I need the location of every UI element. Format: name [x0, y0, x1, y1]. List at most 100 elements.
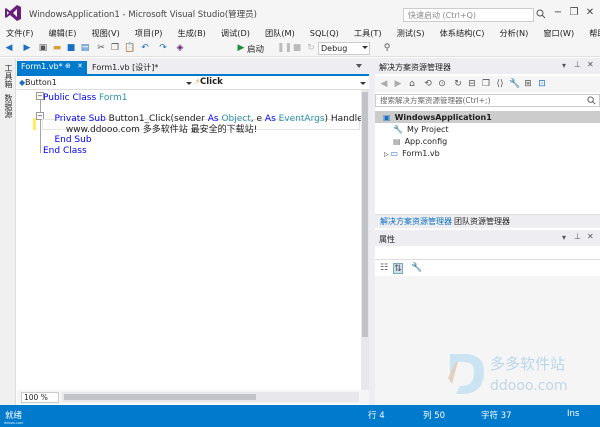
paste-icon[interactable]: 📋 [124, 43, 135, 54]
code-token: Form1 [99, 93, 128, 103]
open-file-icon[interactable]: ▬ [52, 43, 62, 54]
save-all-icon[interactable]: ▤ [80, 43, 90, 54]
home-icon[interactable]: ⌂ [407, 79, 417, 90]
navigate-icon[interactable]: ◈ [175, 43, 185, 54]
vertical-scroll-thumb[interactable] [362, 92, 368, 337]
code-token: , e [250, 114, 265, 124]
code-line[interactable]: End Sub [43, 135, 91, 145]
alphabetical-icon[interactable]: ⇅ [393, 263, 403, 274]
properties-object-select[interactable] [375, 246, 600, 260]
close-icon[interactable]: ✕ [587, 232, 594, 241]
window-title: WindowsApplication1 - Microsoft Visual S… [29, 10, 257, 20]
pin-icon[interactable]: ⊥ [574, 232, 581, 241]
menu-item[interactable]: 帮助(H) [589, 27, 600, 39]
tree-item[interactable]: ▤ App.config [393, 136, 447, 147]
close-icon[interactable]: ✕ [77, 62, 83, 70]
back-icon[interactable]: ◀ [4, 43, 14, 54]
method-combo[interactable]: Click [200, 76, 368, 89]
solution-search-input[interactable]: 搜索解决方案资源管理器(Ctrl+;) [375, 94, 600, 107]
tree-item-label: WindowsApplication1 [394, 113, 492, 122]
menu-item[interactable]: 调试(D) [221, 27, 250, 39]
tree-item[interactable]: ▷ ▭ Form1.vb [384, 148, 440, 159]
dropdown-icon[interactable]: ▾ [562, 233, 566, 242]
collapse-all-icon[interactable]: ⊟ [467, 79, 477, 90]
menu-item[interactable]: 生成(B) [178, 27, 206, 39]
status-footnote: ddooo.com [4, 421, 24, 425]
menu-item[interactable]: 编辑(E) [48, 27, 76, 39]
menu-item[interactable]: 视图(V) [91, 27, 119, 39]
quick-launch-input[interactable]: 快速启动 (Ctrl+Q) [403, 8, 534, 22]
tab-form1-code[interactable]: Form1.vb* ⊕ ✕ [17, 61, 87, 74]
menu-item[interactable]: 窗口(W) [543, 27, 574, 39]
pin-icon[interactable]: ⊥ [574, 60, 581, 69]
restore-button[interactable]: ❐ [567, 6, 581, 20]
view-designer-icon[interactable]: ⊞ [523, 79, 533, 90]
menu-item[interactable]: SQL(Q) [310, 28, 339, 38]
show-all-files-icon[interactable]: ❐ [481, 79, 491, 90]
forward-icon[interactable]: ▶ [22, 43, 32, 54]
tab-team-explorer[interactable]: 团队资源管理器 [454, 216, 510, 227]
menu-item[interactable]: 分析(N) [499, 27, 528, 39]
watermark-logo: 多多软件站 ddooo.com [448, 354, 568, 394]
save-icon[interactable]: ■ [66, 43, 76, 54]
horizontal-scroll-thumb[interactable] [64, 394, 256, 400]
restart-icon[interactable]: ↻ [306, 43, 316, 54]
chevron-down-icon[interactable] [362, 46, 368, 49]
categorized-icon[interactable]: ☷ [379, 263, 389, 274]
undo-icon[interactable]: ↶ [140, 43, 150, 54]
sync-icon[interactable]: ⟲ [423, 79, 433, 90]
pause-icon[interactable]: ❚❚ [277, 43, 292, 54]
close-icon[interactable]: ✕ [587, 60, 594, 69]
tab-list-dropdown-icon[interactable] [356, 64, 362, 68]
code-line[interactable]: Private Sub Button1_Click(sender As Obje… [43, 114, 367, 124]
menu-item[interactable]: 项目(P) [135, 27, 163, 39]
code-line[interactable]: End Class [43, 146, 87, 156]
refresh-icon[interactable]: ↻ [453, 79, 463, 90]
forward-icon[interactable]: ▶ [393, 79, 403, 90]
copy-icon[interactable]: ❐ [110, 43, 120, 54]
watermark-brand: 多多软件站 [490, 355, 565, 373]
search-icon[interactable] [536, 9, 546, 19]
pending-changes-icon[interactable]: ⊙ [437, 79, 447, 90]
chevron-down-icon[interactable] [360, 82, 366, 85]
menu-item[interactable]: 工具(T) [354, 27, 382, 39]
tab-form1-design[interactable]: Form1.vb [设计]* [92, 62, 158, 73]
dropdown-icon[interactable]: ▾ [562, 61, 566, 70]
toolbar-options-icon[interactable]: ⚲ [382, 43, 392, 54]
back-icon[interactable]: ◀ [379, 79, 389, 90]
menu-item[interactable]: 测试(S) [397, 27, 425, 39]
menu-item[interactable]: 体系结构(C) [440, 27, 485, 39]
tab-solution-explorer[interactable]: 解决方案资源管理器 [380, 216, 452, 227]
tree-item[interactable]: 🔧 My Project [393, 124, 449, 135]
preview-icon[interactable]: ⊡ [537, 79, 547, 90]
minimize-button[interactable]: − [551, 6, 565, 20]
redo-icon[interactable]: ↷ [158, 43, 168, 54]
properties-title: 属性 [379, 235, 395, 244]
new-project-icon[interactable]: ▣ [38, 43, 48, 54]
zoom-select[interactable]: 100 % [21, 392, 59, 403]
run-icon[interactable]: ▶ [236, 43, 246, 54]
chevron-down-icon[interactable] [186, 82, 192, 85]
pin-icon[interactable]: ⊕ [65, 62, 71, 70]
close-button[interactable]: ✕ [583, 6, 597, 20]
start-button[interactable]: 启动 [247, 43, 264, 55]
menu-item[interactable]: 团队(M) [265, 27, 295, 39]
stop-icon[interactable]: ■ [292, 43, 302, 54]
data-sources-tab[interactable]: 数据源 [3, 94, 14, 118]
cut-icon[interactable]: ✂ [96, 43, 106, 54]
search-icon[interactable] [587, 96, 596, 105]
expand-icon[interactable]: ▷ [384, 151, 391, 158]
status-text: 就绪 [5, 411, 23, 421]
toolbox-tab[interactable]: 工具箱 [3, 64, 14, 88]
view-code-icon[interactable]: ⟨⟩ [495, 79, 505, 90]
properties-toolbar: ☷ ⇅ 🔧 [375, 260, 600, 276]
class-combo[interactable]: Button1 [25, 76, 192, 89]
properties-icon[interactable]: 🔧 [509, 79, 520, 90]
tree-item[interactable]: ▣ WindowsApplication1 [383, 112, 492, 123]
menu-item[interactable]: 文件(F) [6, 27, 33, 39]
wrench-icon: 🔧 [393, 125, 403, 134]
code-line[interactable]: Public Class Form1 [43, 93, 127, 103]
property-pages-icon[interactable]: 🔧 [411, 263, 422, 274]
tree-item-label: Form1.vb [402, 149, 440, 158]
code-line[interactable]: www.ddooo.com 多多软件站 最安全的下载站! [43, 125, 257, 135]
